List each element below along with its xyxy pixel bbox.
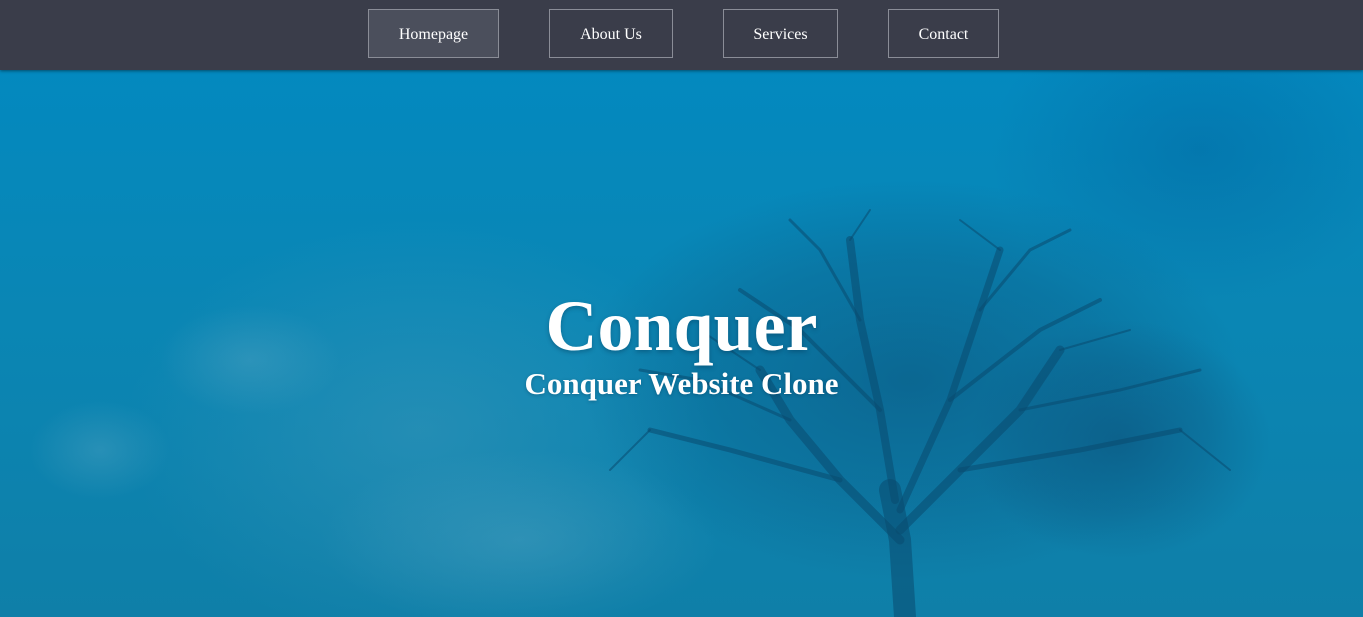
- nav-item-homepage[interactable]: Homepage: [368, 9, 499, 58]
- nav-item-contact[interactable]: Contact: [888, 9, 999, 58]
- hero-title: Conquer: [545, 286, 818, 366]
- top-navbar: Homepage About Us Services Contact: [0, 0, 1363, 70]
- nav-item-services[interactable]: Services: [723, 9, 838, 58]
- nav-item-about-us[interactable]: About Us: [549, 9, 673, 58]
- hero-subtitle: Conquer Website Clone: [524, 366, 839, 401]
- hero-banner: Conquer Conquer Website Clone: [0, 70, 1363, 617]
- page: Homepage About Us Services Contact Conqu…: [0, 0, 1363, 617]
